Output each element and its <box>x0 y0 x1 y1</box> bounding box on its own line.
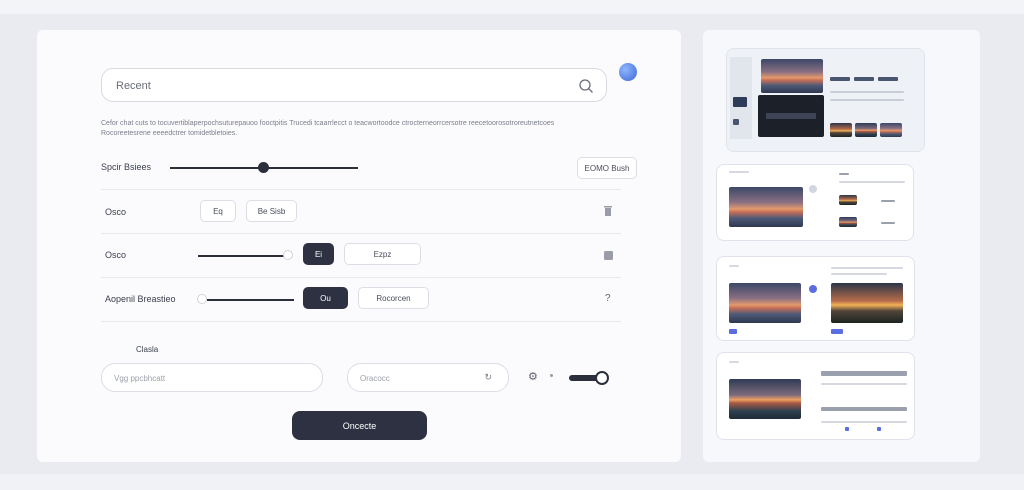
generate-button[interactable]: Oncecte <box>292 411 427 440</box>
divider <box>101 321 621 322</box>
mini-line <box>821 383 907 385</box>
mini-icon <box>809 185 817 193</box>
divider <box>101 189 621 190</box>
mini-icon <box>809 285 817 293</box>
output-field-2-input[interactable] <box>360 371 480 385</box>
row3-light-button[interactable]: Rocorcen <box>358 287 429 309</box>
mini-block <box>733 97 747 107</box>
thumbnail-image <box>839 217 857 227</box>
separator-dot <box>550 374 553 377</box>
reset-icon[interactable]: ↻ <box>484 372 492 383</box>
row2-slider-track[interactable] <box>198 255 288 257</box>
mini-line <box>729 171 749 173</box>
thumbnail-image <box>761 59 823 93</box>
main-panel: Cefor chat cuts to tocuvertiblaperpochsu… <box>37 30 681 462</box>
mini-icon <box>729 329 737 334</box>
preview-thumbnail-3[interactable] <box>716 256 915 341</box>
mini-line <box>831 273 887 275</box>
thumbnail-image <box>855 123 877 137</box>
mini-icon <box>831 329 843 334</box>
speed-value-button[interactable]: EOMO Bush <box>577 157 637 179</box>
row1-button-b[interactable]: Be Sisb <box>246 200 297 222</box>
mini-line <box>831 267 903 269</box>
bottom-strip <box>0 474 1024 490</box>
square-icon[interactable] <box>604 251 613 260</box>
divider <box>101 277 621 278</box>
mini-text <box>766 113 816 119</box>
description-text: Cefor chat cuts to tocuvertiblaperpochsu… <box>101 120 555 137</box>
mini-block <box>854 77 874 81</box>
output-field-1[interactable] <box>101 363 323 392</box>
mini-block <box>878 77 898 81</box>
output-field-1-input[interactable] <box>114 371 304 385</box>
trash-icon[interactable] <box>604 206 612 216</box>
mini-line <box>821 421 907 423</box>
speed-label: Spcir Bsiees <box>101 162 152 172</box>
row2-label: Osco <box>105 250 127 260</box>
preview-panel <box>703 30 980 462</box>
mini-line <box>830 91 904 93</box>
row2-dark-button[interactable]: Ei <box>303 243 334 265</box>
thumbnail-image <box>729 187 803 227</box>
thumbnail-image <box>830 123 852 137</box>
mini-line <box>821 407 907 411</box>
mini-block <box>733 119 739 125</box>
row2-light-button[interactable]: Ezpz <box>344 243 421 265</box>
output-label: Clasla <box>136 345 159 354</box>
mini-line <box>839 173 849 175</box>
thumbnail-image <box>831 283 903 323</box>
row2-slider-thumb[interactable] <box>283 250 293 260</box>
avatar[interactable] <box>619 63 637 81</box>
divider <box>101 233 621 234</box>
search-bar[interactable] <box>101 68 607 102</box>
preview-thumbnail-2[interactable] <box>716 164 914 241</box>
mini-block <box>830 77 850 81</box>
row3-dark-button[interactable]: Ou <box>303 287 348 309</box>
output-toggle[interactable] <box>569 371 611 385</box>
mini-line <box>881 200 895 202</box>
mini-line <box>830 99 904 101</box>
mini-dark-card <box>758 95 824 137</box>
gear-icon[interactable]: ⚙ <box>528 370 538 383</box>
row3-slider-thumb[interactable] <box>197 294 207 304</box>
row3-label: Aopenil Breastieo <box>105 294 176 304</box>
row1-label: Osco <box>105 207 127 217</box>
row3-slider-track[interactable] <box>207 299 294 301</box>
row1-button-a[interactable]: Eq <box>200 200 236 222</box>
thumbnail-image <box>880 123 902 137</box>
top-strip <box>0 0 1024 14</box>
preview-thumbnail-1[interactable] <box>726 48 925 152</box>
mini-line <box>821 371 907 376</box>
mini-line <box>881 222 895 224</box>
thumbnail-image <box>729 283 801 323</box>
mini-icon <box>877 427 881 431</box>
toggle-knob <box>595 371 609 385</box>
output-field-2[interactable]: ↻ <box>347 363 509 392</box>
preview-thumbnail-4[interactable] <box>716 352 915 440</box>
search-input[interactable] <box>116 77 556 95</box>
mini-line <box>729 361 739 363</box>
thumbnail-image <box>729 379 801 419</box>
mini-icon <box>845 427 849 431</box>
mini-line <box>729 265 739 267</box>
speed-slider-thumb[interactable] <box>258 162 269 173</box>
search-icon[interactable] <box>578 78 594 94</box>
thumbnail-image <box>839 195 857 205</box>
mini-line <box>839 181 905 183</box>
help-icon[interactable]: ? <box>605 294 613 304</box>
